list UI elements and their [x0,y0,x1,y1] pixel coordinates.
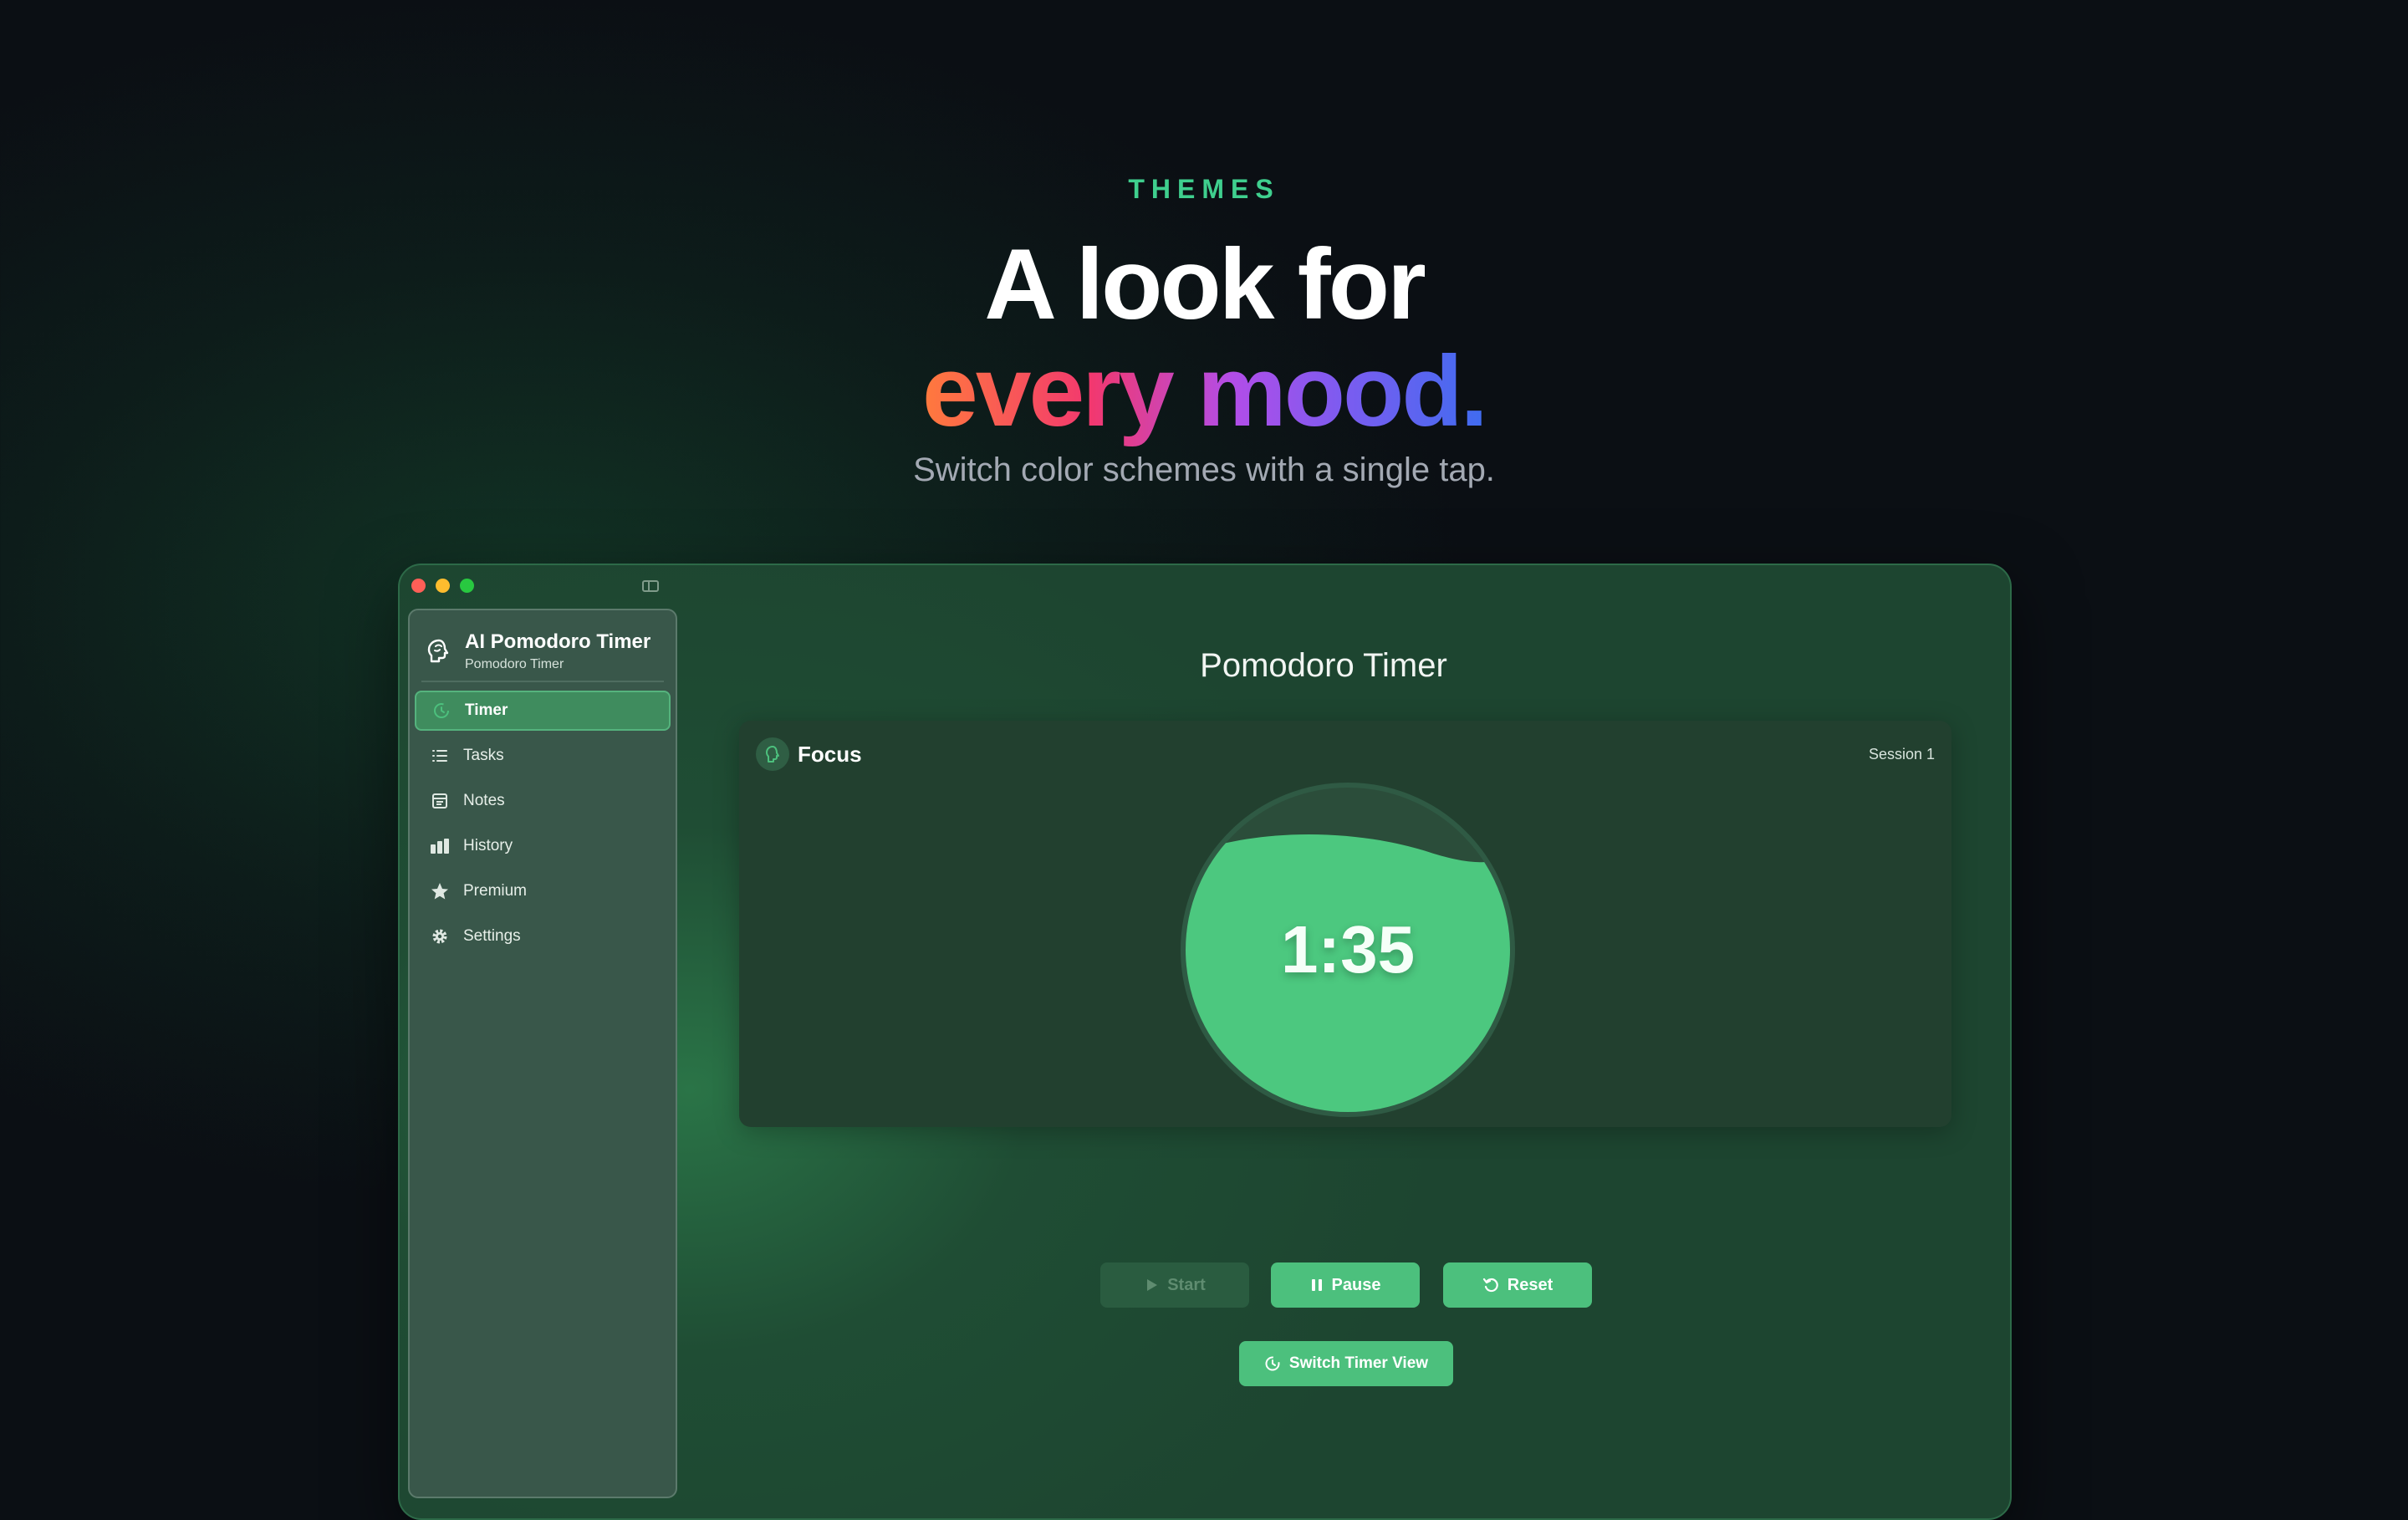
window-controls [411,579,474,593]
timer-dial[interactable]: 1:35 [1181,783,1515,1117]
app-subtitle: Pomodoro Timer [465,657,564,671]
close-window-button[interactable] [411,579,426,593]
sidebar-nav: Timer Tasks Notes History Premium Settin… [415,691,671,961]
hero-subtitle: Switch color schemes with a single tap. [913,451,1495,488]
app-window: AI Pomodoro Timer Pomodoro Timer Timer T… [398,564,2012,1520]
play-icon [1147,1279,1158,1291]
pause-label: Pause [1331,1275,1381,1294]
reset-button[interactable]: Reset [1443,1262,1592,1308]
headline-gradient-text: every mood. [922,335,1488,447]
sidebar: AI Pomodoro Timer Pomodoro Timer Timer T… [408,609,677,1498]
timer-icon [431,701,452,721]
sidebar-item-label: Timer [465,701,508,719]
gear-icon [430,926,450,946]
page-title: Pomodoro Timer [1200,647,1447,684]
brain-mode-icon [756,737,789,771]
app-title: AI Pomodoro Timer [465,630,651,653]
headline-line-2: every mood. [0,341,2408,441]
bar-chart-icon [430,836,450,856]
start-button[interactable]: Start [1100,1262,1249,1308]
app-header: AI Pomodoro Timer Pomodoro Timer [425,630,650,672]
timer-card: Focus Session 1 1:35 [739,721,1951,1127]
sidebar-item-premium[interactable]: Premium [415,871,671,911]
sidebar-item-timer[interactable]: Timer [415,691,671,731]
zoom-window-button[interactable] [460,579,474,593]
sidebar-item-label: Notes [463,792,505,809]
sidebar-item-label: Settings [463,927,521,945]
headline-line-1: A look for [984,228,1426,340]
reset-icon [1482,1278,1498,1293]
reset-label: Reset [1507,1275,1553,1294]
sidebar-divider [421,681,664,682]
list-icon [430,746,450,766]
star-icon [430,881,450,901]
time-remaining: 1:35 [1280,912,1416,987]
switch-timer-view-button[interactable]: Switch Timer View [1239,1341,1453,1386]
minimize-window-button[interactable] [436,579,450,593]
sidebar-item-settings[interactable]: Settings [415,916,671,956]
switch-label: Switch Timer View [1288,1354,1429,1372]
timer-icon [1265,1356,1280,1371]
notes-icon [430,791,450,811]
sidebar-item-label: Premium [463,882,528,900]
start-label: Start [1167,1275,1206,1294]
sidebar-item-history[interactable]: History [415,826,671,866]
mode-header: Focus [756,737,862,771]
sidebar-item-tasks[interactable]: Tasks [415,736,671,776]
sidebar-item-label: History [463,837,513,854]
session-label: Session 1 [1868,746,1935,763]
section-eyebrow: THEMES [1128,174,1280,204]
sidebar-item-notes[interactable]: Notes [415,781,671,821]
pause-button[interactable]: Pause [1271,1262,1420,1308]
sidebar-item-label: Tasks [463,747,504,764]
mode-label: Focus [798,741,862,767]
sidebar-toggle-icon[interactable] [642,580,659,592]
brain-icon [427,639,449,663]
pause-icon [1311,1279,1322,1291]
